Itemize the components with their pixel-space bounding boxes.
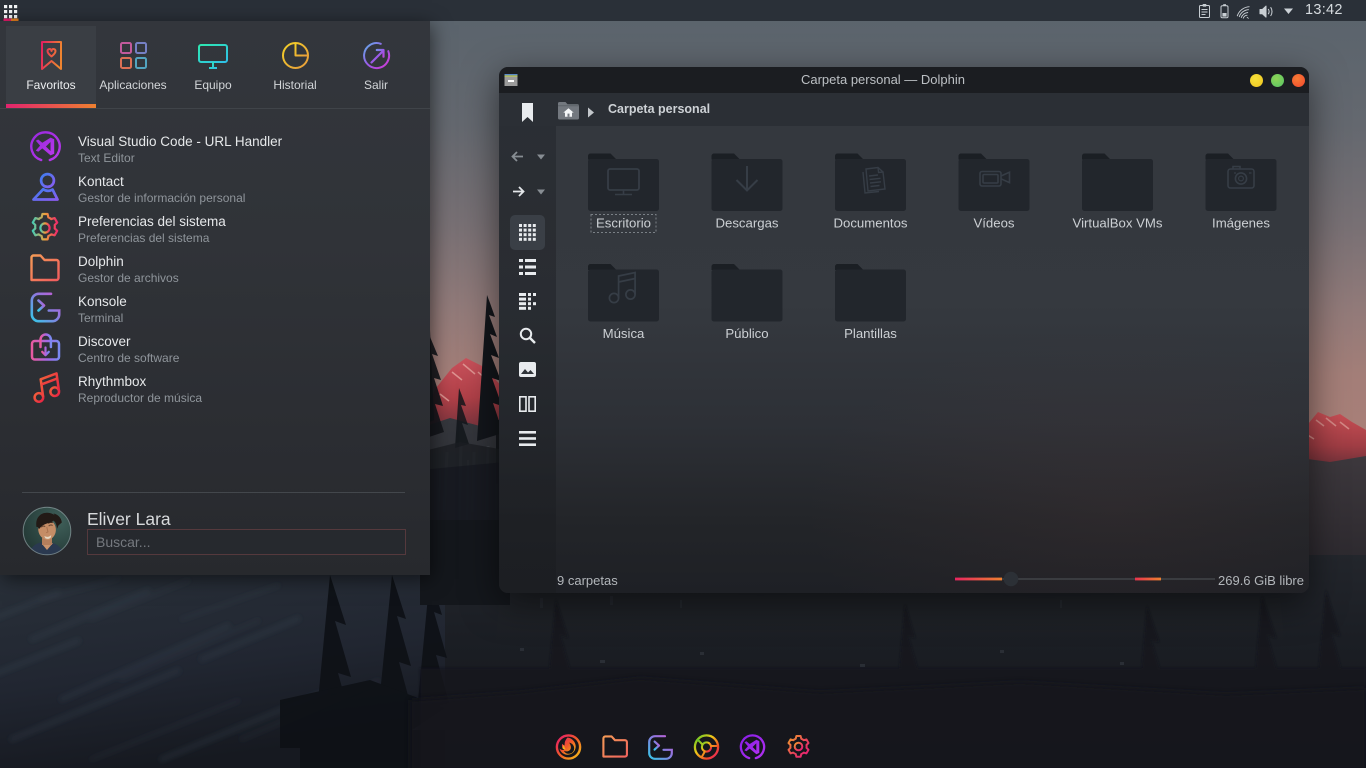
svg-text:Plantillas: Plantillas: [844, 326, 897, 341]
svg-text:Descargas: Descargas: [715, 216, 778, 231]
svg-text:Escritorio: Escritorio: [596, 216, 651, 231]
svg-text:Imágenes: Imágenes: [1212, 216, 1270, 231]
svg-text:VirtualBox VMs: VirtualBox VMs: [1073, 216, 1163, 231]
svg-text:Música: Música: [603, 326, 645, 341]
svg-text:Público: Público: [725, 326, 768, 341]
svg-text:Documentos: Documentos: [833, 216, 907, 231]
svg-text:Vídeos: Vídeos: [973, 216, 1014, 231]
